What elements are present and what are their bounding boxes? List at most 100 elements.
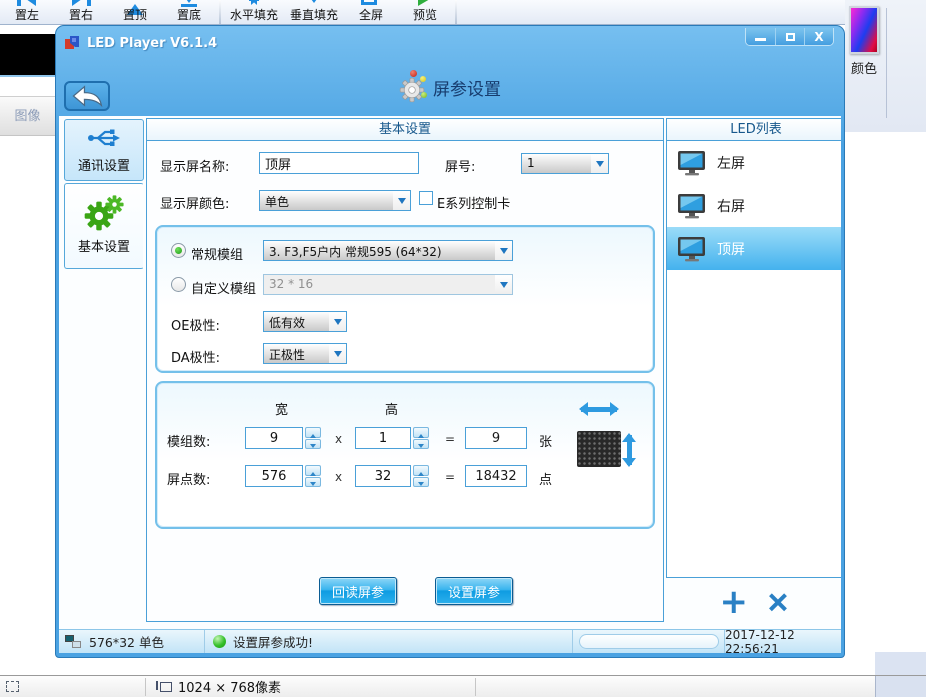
color-tool-label: 颜色 <box>845 58 883 77</box>
close-button[interactable]: X <box>804 28 833 45</box>
toolbar-button-align-right[interactable]: 置右 <box>54 0 108 24</box>
toolbar-button-align-top[interactable]: 置顶 <box>108 0 162 24</box>
regular-module-value: 3. F3,F5户内 常规595 (64*32) <box>264 241 495 260</box>
height-header: 高 <box>385 399 398 418</box>
set-params-button[interactable]: 设置屏参 <box>435 577 513 605</box>
toolbar-label: 置底 <box>162 6 216 23</box>
screen-number-value: 1 <box>522 154 591 173</box>
dialog-body: 通讯设置 <box>59 116 841 629</box>
toolbar-label: 水平填充 <box>224 6 284 23</box>
size-group: 宽 高 模组数: x <box>155 381 655 529</box>
toolbar-button-hfill[interactable]: 水平填充 <box>224 0 284 24</box>
led-list-item-left[interactable]: 左屏 <box>667 141 841 184</box>
app-statusbar: 1024 × 768像素 <box>0 675 926 697</box>
statusbar-separator <box>145 678 146 696</box>
screen-color-select[interactable]: 单色 <box>259 190 411 211</box>
minimize-button[interactable] <box>746 28 775 45</box>
toolbar-button-align-bottom[interactable]: 置底 <box>162 0 216 24</box>
toolbar-button-vfill[interactable]: 垂直填充 <box>284 0 344 24</box>
toolbar-label: 置左 <box>0 6 54 23</box>
toolbar-label: 预览 <box>398 6 452 23</box>
usb-icon <box>86 126 122 150</box>
custom-module-radio[interactable] <box>171 277 186 292</box>
spin-up-icon[interactable] <box>413 465 429 476</box>
custom-module-label: 自定义模组 <box>191 278 256 297</box>
status-ok-icon <box>213 635 226 648</box>
tab-label: 通讯设置 <box>78 155 130 174</box>
spin-up-icon[interactable] <box>305 465 321 476</box>
led-list-actions: + + <box>666 580 841 624</box>
maximize-button[interactable] <box>775 28 804 45</box>
monitor-icon <box>677 150 707 176</box>
led-list-item-top[interactable]: 顶屏 <box>667 227 841 270</box>
spinner <box>413 427 429 449</box>
led-list-item-right[interactable]: 右屏 <box>667 184 841 227</box>
oe-polarity-select[interactable]: 低有效 <box>263 311 347 332</box>
image-tab[interactable]: 图像 <box>0 96 55 136</box>
pixel-width-input[interactable] <box>245 465 303 487</box>
settings-gear-icon <box>399 70 429 104</box>
close-icon: X <box>814 30 823 44</box>
screen-number-select[interactable]: 1 <box>521 153 609 174</box>
module-count-label: 模组数: <box>167 431 210 450</box>
oe-polarity-label: OE极性: <box>171 315 220 334</box>
toolbar-button-preview[interactable]: 预览 <box>398 0 452 24</box>
led-list-panel: LED列表 左屏 <box>666 118 841 578</box>
basic-settings-panel: 基本设置 显示屏名称: 屏号: 1 显示屏颜色: 单色 E系列控制卡 <box>146 118 664 622</box>
da-polarity-select[interactable]: 正极性 <box>263 343 347 364</box>
tab-communication-settings[interactable]: 通讯设置 <box>64 119 144 181</box>
pixel-width-stepper <box>245 465 321 487</box>
spin-up-icon[interactable] <box>305 427 321 438</box>
green-dot-icon <box>421 92 427 98</box>
pixel-height-input[interactable] <box>355 465 411 487</box>
statusbar-separator <box>475 678 476 696</box>
eseries-label: E系列控制卡 <box>437 193 510 212</box>
color-swatch-icon[interactable] <box>849 6 879 54</box>
delete-screen-button[interactable]: + <box>764 587 793 617</box>
dialog-header-title-area: 屏参设置 <box>56 70 844 104</box>
chevron-down-icon <box>329 344 346 363</box>
toolbar-label: 垂直填充 <box>284 6 344 23</box>
tab-basic-settings[interactable]: 基本设置 <box>64 183 144 269</box>
led-list-title: LED列表 <box>667 119 841 141</box>
resolution-text: 1024 × 768像素 <box>178 677 281 696</box>
regular-module-label: 常规模组 <box>191 244 243 263</box>
chevron-down-icon <box>591 154 608 173</box>
module-width-input[interactable] <box>245 427 303 449</box>
spin-down-icon[interactable] <box>305 477 321 488</box>
red-dot-icon <box>410 70 417 77</box>
spin-down-icon[interactable] <box>413 439 429 450</box>
regular-module-radio[interactable] <box>171 243 186 258</box>
add-screen-button[interactable]: + <box>720 587 749 617</box>
screen-name-input[interactable] <box>259 152 419 174</box>
module-height-input[interactable] <box>355 427 411 449</box>
panel-corner <box>875 652 926 675</box>
regular-module-select[interactable]: 3. F3,F5户内 常规595 (64*32) <box>263 240 513 261</box>
spin-up-icon[interactable] <box>413 427 429 438</box>
eseries-checkbox[interactable] <box>419 191 433 205</box>
page-title: 屏参设置 <box>433 75 501 100</box>
spin-down-icon[interactable] <box>413 477 429 488</box>
led-item-label: 左屏 <box>717 153 745 173</box>
app-logo-icon <box>64 35 80 51</box>
readback-params-button[interactable]: 回读屏参 <box>319 577 397 605</box>
toolbar-label: 置右 <box>54 6 108 23</box>
screen-color-value: 单色 <box>260 191 393 210</box>
spin-down-icon[interactable] <box>305 439 321 450</box>
toolbar-button-fullscreen[interactable]: 全屏 <box>344 0 398 24</box>
pixel-unit: 点 <box>539 469 552 488</box>
led-player-dialog: LED Player V6.1.4 X <box>55 25 845 658</box>
toolbar-separator <box>455 0 457 24</box>
minimize-icon <box>755 38 766 41</box>
toolbar-button-align-left[interactable]: 置左 <box>0 0 54 24</box>
tab-label: 基本设置 <box>78 236 130 255</box>
screens-icon <box>65 635 81 648</box>
dialog-titlebar[interactable]: LED Player V6.1.4 X <box>56 26 844 60</box>
width-arrow-icon <box>581 407 617 412</box>
module-height-stepper <box>355 427 429 449</box>
timestamp-text: 2017-12-12 22:56:21 <box>725 628 841 656</box>
pixel-height-stepper <box>355 465 429 487</box>
monitor-icon <box>677 236 707 262</box>
screen-name-label: 显示屏名称: <box>160 156 229 175</box>
delete-x-icon: + <box>758 581 799 622</box>
